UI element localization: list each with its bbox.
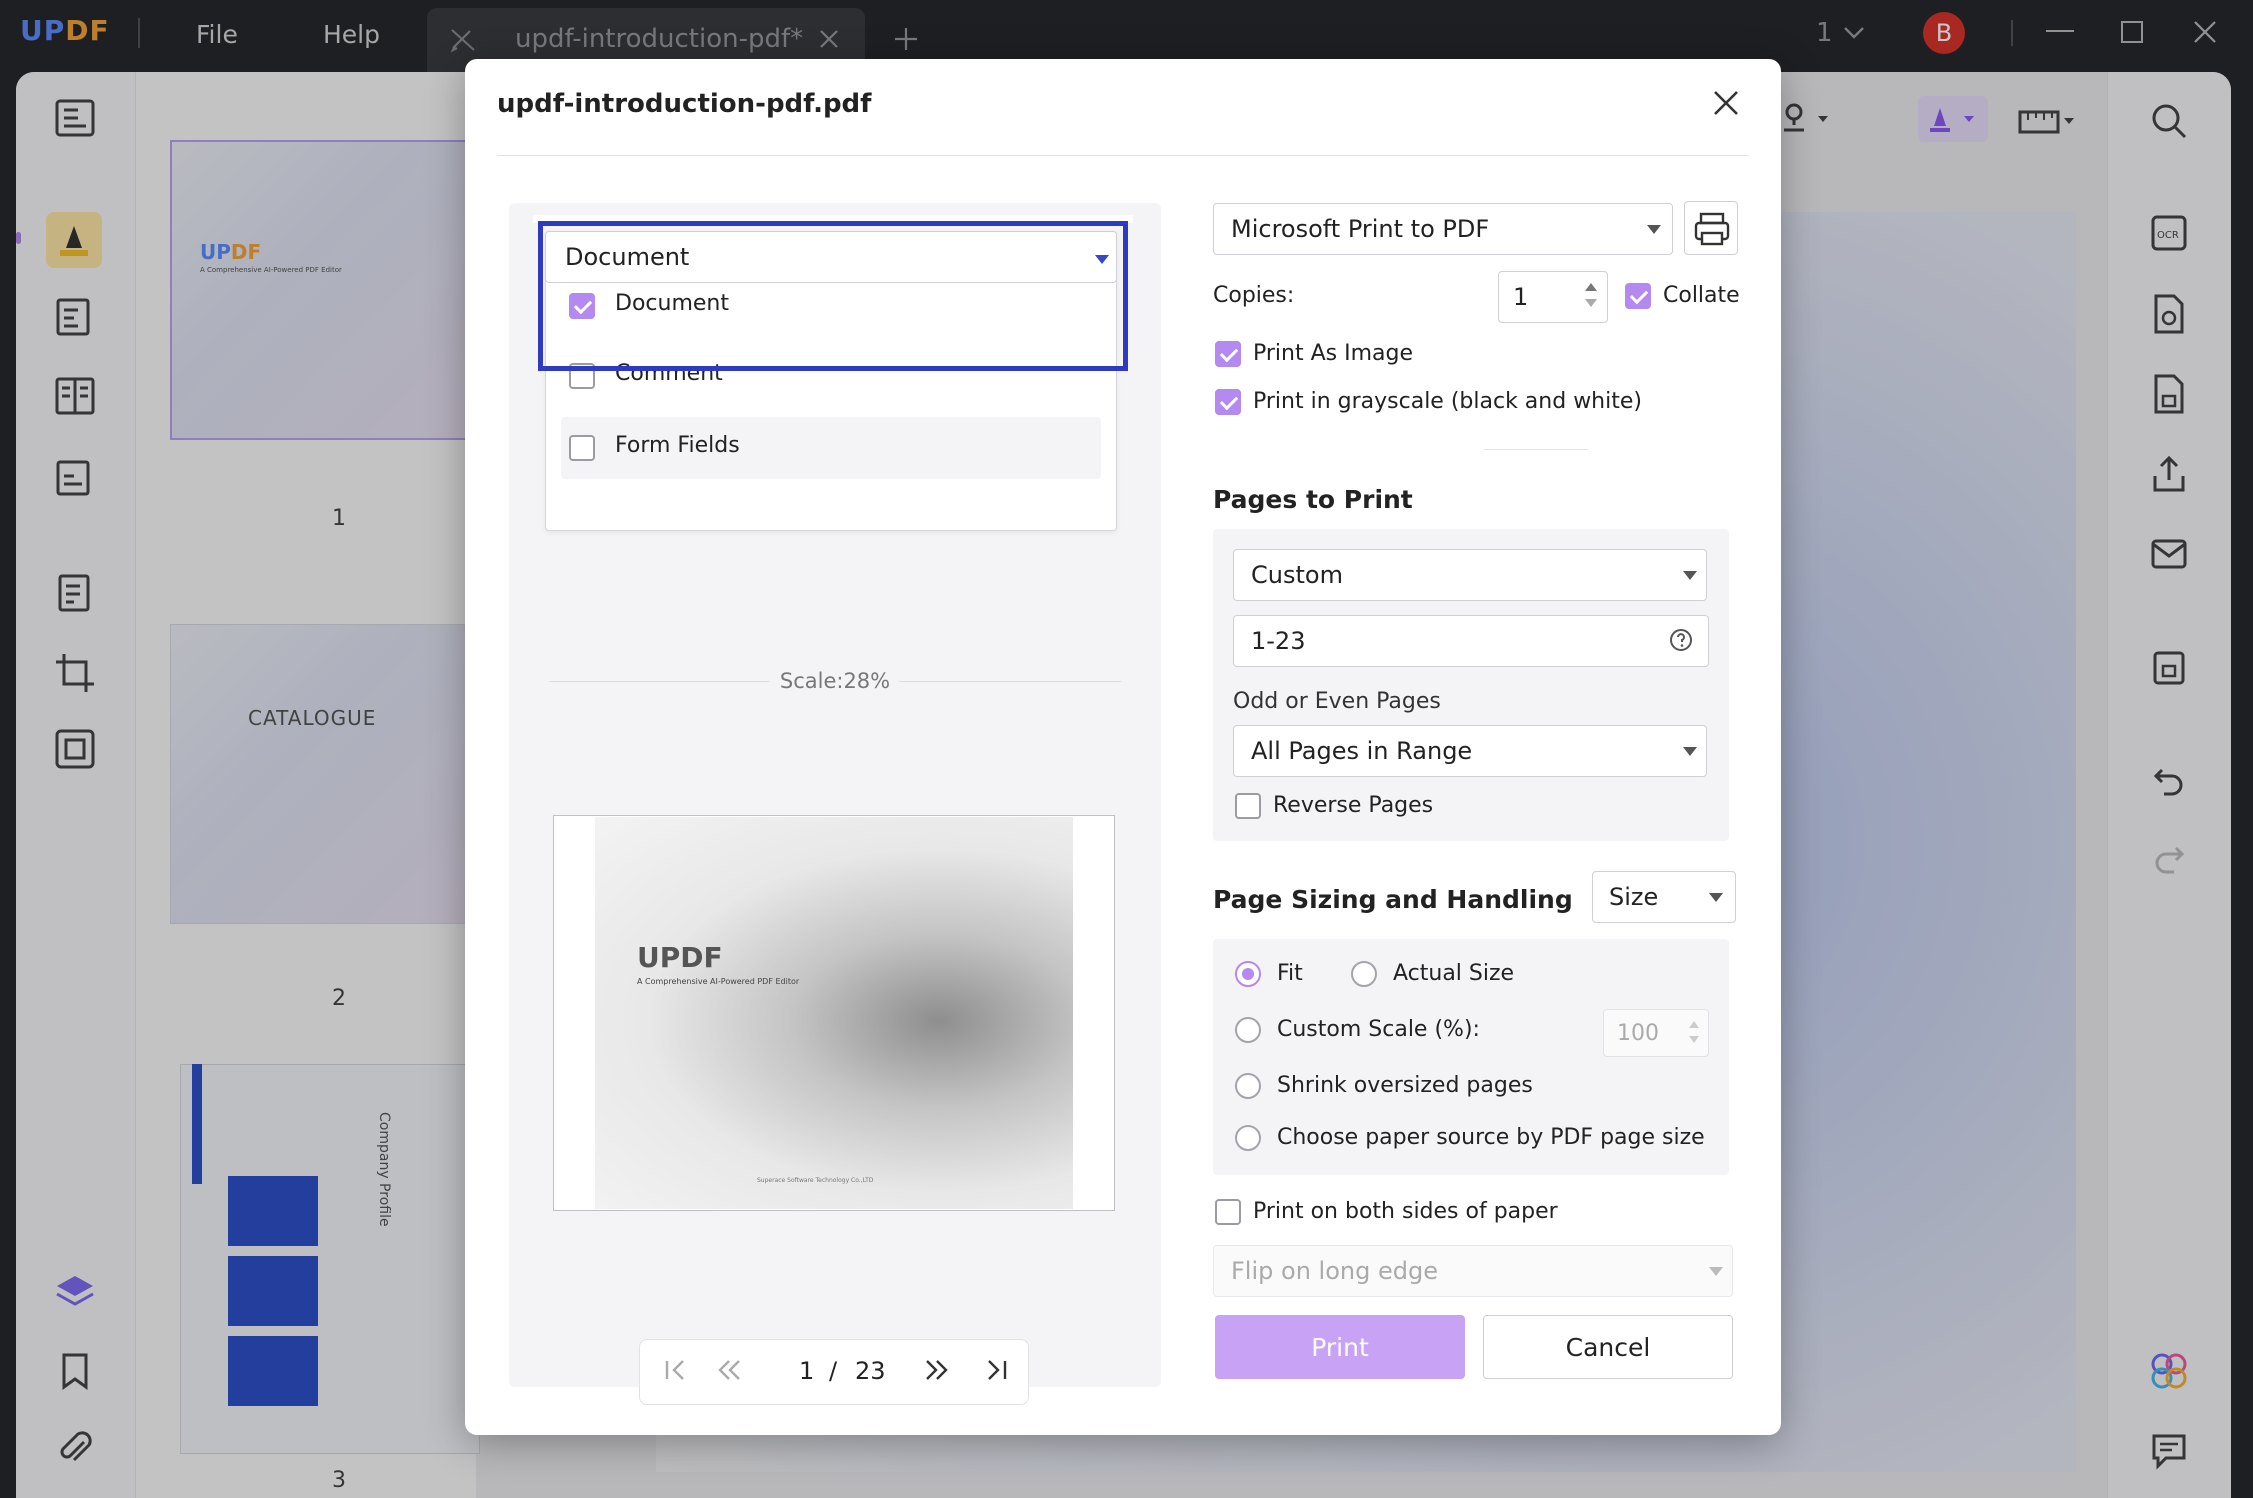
reverse-pages-label: Reverse Pages — [1273, 793, 1434, 818]
option-document-label: Document — [615, 291, 729, 316]
shrink-radio[interactable] — [1235, 1073, 1261, 1099]
preview-footer: Superace Software Technology Co.,LTD — [757, 1177, 874, 1184]
custom-scale-label: Custom Scale (%): — [1277, 1017, 1480, 1042]
odd-even-value: All Pages in Range — [1251, 737, 1473, 765]
chevron-down-icon — [1683, 571, 1697, 580]
copies-label: Copies: — [1213, 283, 1295, 308]
first-page-icon[interactable] — [663, 1357, 689, 1383]
custom-scale-value: 100 — [1617, 1021, 1659, 1046]
printer-select-value: Microsoft Print to PDF — [1231, 215, 1490, 243]
previous-page-icon[interactable] — [715, 1357, 743, 1383]
page-sizing-heading: Page Sizing and Handling — [1213, 885, 1573, 914]
next-page-icon[interactable] — [923, 1357, 951, 1383]
paper-source-label: Choose paper source by PDF page size — [1277, 1125, 1705, 1150]
custom-scale-radio[interactable] — [1235, 1017, 1261, 1043]
print-as-image-label: Print As Image — [1253, 341, 1414, 366]
print-dialog: updf-introduction-pdf.pdf Document Docum… — [465, 59, 1781, 1435]
odd-even-label: Odd or Even Pages — [1233, 689, 1441, 714]
chevron-down-icon — [1683, 747, 1697, 756]
collate-label: Collate — [1663, 283, 1740, 308]
print-button[interactable]: Print — [1215, 1315, 1465, 1379]
option-form-fields-checkbox[interactable] — [569, 435, 595, 461]
scale-line-right — [899, 681, 1121, 682]
help-icon[interactable] — [1669, 628, 1693, 652]
page-range-value: 1-23 — [1251, 627, 1306, 655]
chevron-down-icon — [1647, 225, 1661, 234]
chevron-down-icon — [1709, 893, 1723, 902]
sizing-mode-value: Size — [1609, 883, 1659, 911]
page-separator: / — [829, 1357, 838, 1385]
chevron-down-icon — [1709, 1267, 1723, 1276]
option-comment-label: Comment — [615, 361, 723, 386]
reverse-pages-checkbox[interactable] — [1235, 793, 1261, 819]
section-divider — [1484, 449, 1588, 450]
collate-checkbox[interactable] — [1625, 283, 1651, 309]
option-comment-checkbox[interactable] — [569, 363, 595, 389]
highlight-mask — [533, 215, 1133, 223]
fit-label: Fit — [1277, 961, 1303, 986]
print-as-image-checkbox[interactable] — [1215, 341, 1241, 367]
both-sides-label: Print on both sides of paper — [1253, 1199, 1558, 1224]
option-document-checkbox[interactable] — [569, 293, 595, 319]
stepper-icon[interactable] — [1583, 279, 1599, 311]
both-sides-checkbox[interactable] — [1215, 1199, 1241, 1225]
actual-size-label: Actual Size — [1393, 961, 1515, 986]
current-page: 1 — [799, 1357, 815, 1385]
close-dialog-icon[interactable] — [1712, 89, 1740, 117]
shrink-label: Shrink oversized pages — [1277, 1073, 1533, 1098]
scale-line-left — [549, 681, 769, 682]
preview-subtitle: A Comprehensive AI-Powered PDF Editor — [637, 977, 800, 986]
preview-pane: Document Document Comment Form Fields Sc… — [509, 203, 1161, 1405]
preview-logo: UPDF — [637, 941, 723, 974]
actual-size-radio[interactable] — [1351, 961, 1377, 987]
pages-mode-value: Custom — [1251, 561, 1343, 589]
cancel-button[interactable]: Cancel — [1483, 1315, 1733, 1379]
dialog-title: updf-introduction-pdf.pdf — [497, 89, 872, 119]
total-pages: 23 — [855, 1357, 886, 1385]
chevron-down-icon — [1095, 255, 1109, 264]
copies-value: 1 — [1513, 283, 1529, 311]
preview-page-image — [595, 817, 1073, 1209]
option-form-fields-label: Form Fields — [615, 433, 740, 458]
flip-value: Flip on long edge — [1231, 1257, 1438, 1285]
stepper-icon[interactable] — [1687, 1017, 1701, 1047]
printer-properties-button[interactable] — [1684, 201, 1738, 255]
grayscale-label: Print in grayscale (black and white) — [1253, 389, 1642, 414]
paper-source-radio[interactable] — [1235, 1125, 1261, 1151]
fit-radio[interactable] — [1235, 961, 1261, 987]
scale-label: Scale:28% — [779, 669, 891, 693]
pages-to-print-heading: Pages to Print — [1213, 485, 1413, 514]
grayscale-checkbox[interactable] — [1215, 389, 1241, 415]
last-page-icon[interactable] — [983, 1357, 1009, 1383]
content-select-value: Document — [565, 243, 690, 271]
title-divider — [497, 155, 1749, 156]
